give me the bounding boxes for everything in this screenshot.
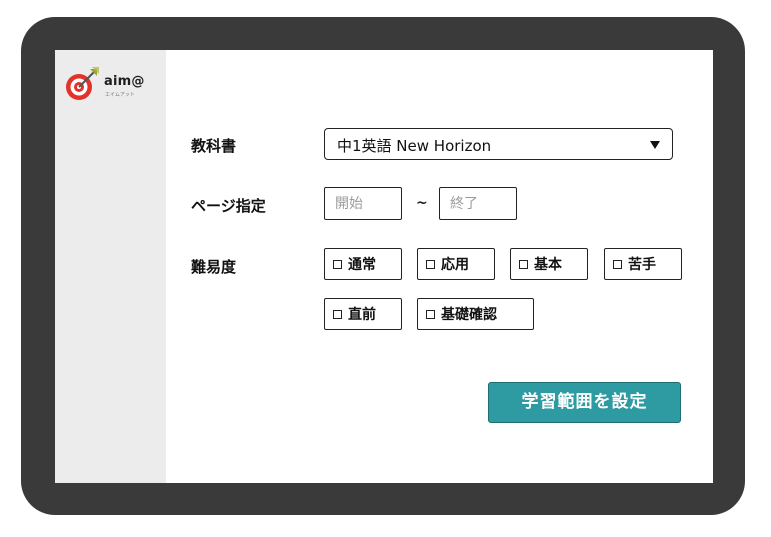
difficulty-option-label: 苦手 — [628, 257, 656, 273]
checkbox-icon — [613, 259, 622, 269]
difficulty-option-fundamentals-review[interactable]: 基礎確認 — [417, 298, 534, 330]
app-screen: aim@ エイムアット 教科書 中1英語 New Horizon ページ指定 ~… — [55, 50, 713, 483]
checkbox-icon — [426, 259, 435, 269]
difficulty-option-basic[interactable]: 基本 — [510, 248, 588, 280]
textbook-selected-value: 中1英語 New Horizon — [337, 137, 492, 155]
checkbox-icon — [333, 259, 342, 269]
brand-subtitle: エイムアット — [105, 92, 135, 98]
page-range-separator: ~ — [416, 195, 428, 211]
settings-form: 教科書 中1英語 New Horizon ページ指定 ~ 難易度 通常 応用 基… — [166, 50, 713, 483]
device-frame: aim@ エイムアット 教科書 中1英語 New Horizon ページ指定 ~… — [21, 17, 745, 515]
page-start-input[interactable] — [324, 187, 402, 220]
checkbox-icon — [519, 259, 528, 269]
sidebar: aim@ エイムアット — [55, 50, 166, 483]
checkbox-icon — [333, 309, 342, 319]
difficulty-option-label: 基本 — [534, 257, 562, 273]
difficulty-option-label: 直前 — [348, 307, 376, 323]
difficulty-option-label: 基礎確認 — [441, 307, 497, 323]
page-range-label: ページ指定 — [191, 197, 266, 215]
page-end-input[interactable] — [439, 187, 517, 220]
difficulty-label: 難易度 — [191, 258, 237, 276]
textbook-label: 教科書 — [191, 137, 237, 155]
difficulty-option-weak[interactable]: 苦手 — [604, 248, 682, 280]
difficulty-option-applied[interactable]: 応用 — [417, 248, 495, 280]
textbook-select[interactable]: 中1英語 New Horizon — [324, 128, 673, 160]
difficulty-option-label: 通常 — [348, 257, 376, 273]
checkbox-icon — [426, 309, 435, 319]
set-study-range-button[interactable]: 学習範囲を設定 — [488, 382, 681, 423]
brand-name: aim@ — [104, 74, 145, 89]
brand-logo[interactable]: aim@ エイムアット — [63, 64, 153, 104]
difficulty-option-normal[interactable]: 通常 — [324, 248, 402, 280]
difficulty-option-last-minute[interactable]: 直前 — [324, 298, 402, 330]
target-arrow-icon — [66, 67, 99, 100]
dropdown-arrow-icon — [650, 141, 660, 149]
difficulty-option-label: 応用 — [441, 257, 469, 273]
